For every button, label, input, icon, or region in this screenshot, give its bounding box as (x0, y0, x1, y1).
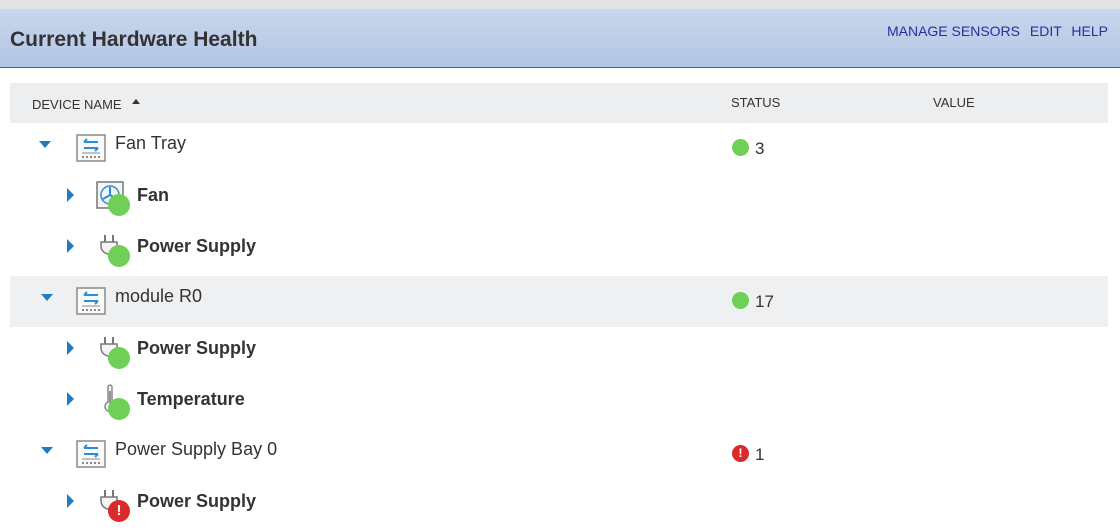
status-ok-badge (108, 398, 130, 420)
edit-link[interactable]: EDIT (1030, 23, 1062, 39)
status-cell: 17 (732, 292, 774, 312)
hardware-module-icon (76, 440, 106, 468)
expand-caret-icon[interactable] (67, 341, 74, 355)
node-label: module R0 (115, 286, 203, 306)
status-column-header[interactable]: STATUS (731, 95, 780, 110)
status-ok-badge (108, 347, 130, 369)
status-ok-icon (732, 292, 749, 310)
status-error-icon: ! (732, 445, 749, 463)
tree-row-fan-tray[interactable]: Fan Tray 3 (10, 123, 1108, 174)
node-label: Power Supply (137, 491, 257, 511)
window-top-strip (0, 0, 1120, 9)
node-label: Fan Tray (115, 133, 187, 153)
device-name-column-header[interactable]: DEVICE NAME (32, 97, 140, 112)
tree-row-temperature[interactable]: Temperature (10, 378, 1108, 429)
status-ok-icon (732, 139, 749, 157)
status-ok-badge (108, 194, 130, 216)
tree-row-power-supply[interactable]: Power Supply (10, 225, 1108, 276)
sort-ascending-icon[interactable] (131, 99, 140, 105)
expand-caret-icon[interactable] (67, 239, 74, 253)
manage-sensors-link[interactable]: MANAGE SENSORS (887, 23, 1020, 39)
header-links: MANAGE SENSORS EDIT HELP (881, 23, 1108, 39)
status-cell: ! 1 (732, 445, 764, 465)
expand-caret-icon[interactable] (67, 188, 74, 202)
panel-title: Current Hardware Health (10, 28, 258, 51)
tree-row-module-r0[interactable]: module R0 17 (10, 276, 1108, 327)
status-count: 17 (755, 292, 774, 311)
value-column-header[interactable]: VALUE (933, 95, 975, 110)
status-error-badge: ! (108, 500, 130, 522)
collapse-caret-icon[interactable] (39, 141, 51, 148)
node-label: Temperature (137, 389, 245, 409)
status-count: 3 (755, 139, 765, 158)
status-count: 1 (755, 445, 765, 464)
status-cell: 3 (732, 139, 764, 159)
tree-row-fan[interactable]: Fan (10, 174, 1108, 225)
node-label: Power Supply (137, 338, 257, 358)
expand-caret-icon[interactable] (67, 392, 74, 406)
node-label: Fan (137, 185, 170, 205)
hardware-module-icon (76, 134, 106, 162)
table-header: DEVICE NAME STATUS VALUE (10, 83, 1108, 123)
device-name-header-label: DEVICE NAME (32, 97, 122, 112)
collapse-caret-icon[interactable] (41, 447, 53, 454)
node-label: Power Supply (137, 236, 257, 256)
tree-row-power-supply[interactable]: Power Supply (10, 327, 1108, 378)
panel-header: Current Hardware Health MANAGE SENSORS E… (0, 9, 1120, 68)
node-label: Power Supply Bay 0 (115, 439, 278, 459)
tree-row-power-supply[interactable]: ! Power Supply (10, 480, 1108, 530)
collapse-caret-icon[interactable] (41, 294, 53, 301)
expand-caret-icon[interactable] (67, 494, 74, 508)
help-link[interactable]: HELP (1071, 23, 1108, 39)
tree-row-power-supply-bay-0[interactable]: Power Supply Bay 0 ! 1 (10, 429, 1108, 480)
hardware-module-icon (76, 287, 106, 315)
status-ok-badge (108, 245, 130, 267)
